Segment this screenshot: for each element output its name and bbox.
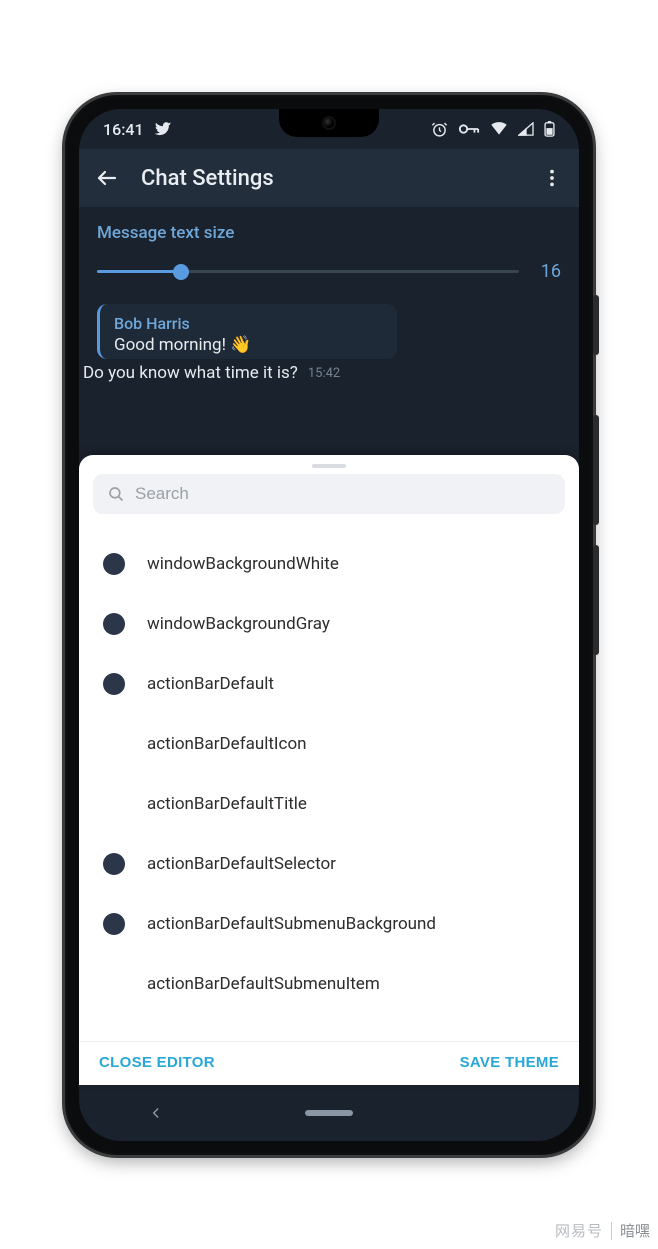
color-swatch: [103, 613, 125, 635]
theme-item[interactable]: actionBarDefaultSubmenuItem: [79, 954, 579, 1014]
side-button: [593, 295, 599, 355]
app-bar-title: Chat Settings: [141, 166, 519, 191]
screen: 16:41 Chat Settings Message text size: [79, 109, 579, 1141]
theme-item[interactable]: actionBarDefaultTitle: [79, 774, 579, 834]
message-line1: Good morning! 👋: [114, 335, 383, 355]
text-size-slider-row: 16: [97, 261, 561, 282]
twitter-icon: [154, 120, 172, 138]
message-sender: Bob Harris: [114, 314, 383, 333]
app-bar: Chat Settings: [79, 149, 579, 207]
theme-item[interactable]: windowBackgroundGray: [79, 594, 579, 654]
color-swatch: [103, 793, 125, 815]
theme-editor-sheet: windowBackgroundWhite windowBackgroundGra…: [79, 455, 579, 1085]
theme-item-label: actionBarDefault: [147, 674, 274, 694]
slider-fill: [97, 270, 181, 273]
more-icon[interactable]: [541, 167, 563, 189]
text-size-slider[interactable]: [97, 270, 519, 273]
nav-back-icon[interactable]: [149, 1106, 163, 1120]
watermark-sub: 暗嘿: [620, 1220, 650, 1241]
message-preview: Bob Harris Good morning! 👋: [97, 304, 397, 359]
text-size-value: 16: [537, 261, 561, 282]
theme-item-label: actionBarDefaultTitle: [147, 794, 307, 814]
theme-item-label: windowBackgroundGray: [147, 614, 330, 634]
watermark-brand: 网易号: [555, 1220, 603, 1241]
color-swatch: [103, 973, 125, 995]
theme-item-label: actionBarDefaultIcon: [147, 734, 307, 754]
wifi-icon: [490, 122, 508, 136]
nav-home-pill[interactable]: [305, 1110, 353, 1116]
theme-item-label: actionBarDefaultSubmenuItem: [147, 974, 380, 994]
search-box[interactable]: [93, 474, 565, 514]
theme-item[interactable]: actionBarDefaultSelector: [79, 834, 579, 894]
side-button: [593, 415, 599, 525]
notch: [279, 109, 379, 137]
color-swatch: [103, 913, 125, 935]
save-theme-button[interactable]: SAVE THEME: [460, 1054, 559, 1071]
search-icon: [107, 485, 125, 503]
theme-item[interactable]: actionBarDefault: [79, 654, 579, 714]
message-line2: Do you know what time it is?: [83, 363, 298, 383]
settings-content: Message text size 16 Bob Harris Good mor…: [79, 207, 579, 383]
sheet-handle[interactable]: [312, 464, 346, 468]
color-swatch: [103, 673, 125, 695]
slider-thumb[interactable]: [173, 264, 189, 280]
theme-item[interactable]: actionBarDefaultSubmenuBackground: [79, 894, 579, 954]
theme-color-list[interactable]: windowBackgroundWhite windowBackgroundGra…: [79, 520, 579, 1041]
vpn-icon: [458, 122, 480, 136]
status-time: 16:41: [103, 120, 144, 139]
back-icon[interactable]: [95, 166, 119, 190]
message-time: 15:42: [308, 366, 340, 381]
search-input[interactable]: [135, 484, 551, 504]
nav-bar: [79, 1085, 579, 1141]
camera-dot: [322, 116, 336, 130]
theme-item[interactable]: actionBarDefaultIcon: [79, 714, 579, 774]
theme-item-label: actionBarDefaultSelector: [147, 854, 336, 874]
color-swatch: [103, 733, 125, 755]
signal-icon: [518, 122, 534, 136]
color-swatch: [103, 853, 125, 875]
watermark: 网易号 暗嘿: [555, 1220, 650, 1241]
theme-item-label: actionBarDefaultSubmenuBackground: [147, 914, 436, 934]
phone-frame: 16:41 Chat Settings Message text size: [65, 95, 593, 1155]
watermark-divider: [611, 1222, 612, 1240]
alarm-icon: [431, 121, 448, 138]
color-swatch: [103, 553, 125, 575]
theme-item[interactable]: windowBackgroundWhite: [79, 534, 579, 594]
close-editor-button[interactable]: CLOSE EDITOR: [99, 1054, 215, 1071]
battery-icon: [544, 121, 555, 137]
theme-item-label: windowBackgroundWhite: [147, 554, 339, 574]
section-label-text-size: Message text size: [97, 223, 561, 243]
side-button: [593, 545, 599, 655]
sheet-footer: CLOSE EDITOR SAVE THEME: [79, 1041, 579, 1085]
